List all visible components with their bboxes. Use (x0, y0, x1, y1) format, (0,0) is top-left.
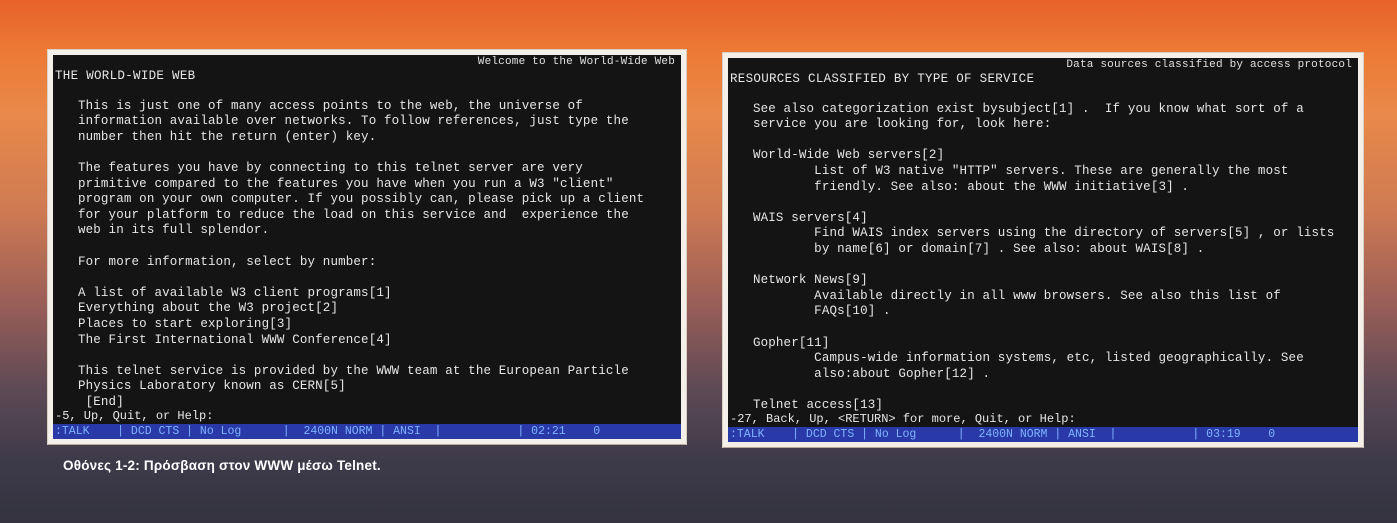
text-line[interactable]: World-Wide Web servers[2] (730, 148, 1356, 164)
figure-caption: Οθόνες 1-2: Πρόσβαση στον WWW μέσω Telne… (63, 458, 381, 473)
page-heading: THE WORLD-WIDE WEB (55, 69, 196, 83)
text-line[interactable]: Places to start exploring[3] (55, 317, 679, 333)
screen-title: Data sources classified by access protoc… (1066, 59, 1352, 71)
screen-body: See also categorization exist bysubject[… (730, 86, 1356, 413)
text-line: web in its full splendor. (55, 223, 270, 238)
text-line: number then hit the return (enter) key. (55, 129, 377, 144)
text-line: For more information, select by number: (55, 254, 377, 269)
text-line[interactable]: FAQs[10] . (730, 304, 1356, 320)
command-prompt[interactable]: -27, Back, Up, <RETURN> for more, Quit, … (730, 413, 1076, 426)
text-line[interactable]: by name[6] or domain[7] . See also: abou… (730, 242, 1356, 258)
text-line[interactable]: A list of available W3 client programs[1… (55, 286, 679, 302)
text-line: List of W3 native "HTTP" servers. These … (730, 163, 1289, 178)
status-bar: :TALK | DCD CTS | No Log | 2400N NORM | … (728, 427, 1358, 442)
text-line[interactable]: WAIS servers[4] (730, 211, 1356, 227)
text-line: service you are looking for, look here: (730, 117, 1052, 132)
telnet-screen-left: Welcome to the World-Wide Web THE WORLD-… (48, 50, 686, 444)
screen-body: This is just one of many access points t… (55, 83, 679, 410)
status-bar: :TALK | DCD CTS | No Log | 2400N NORM | … (53, 424, 681, 439)
text-line[interactable]: See also categorization exist bysubject[… (730, 102, 1356, 118)
text-line[interactable]: The First International WWW Conference[4… (55, 333, 679, 349)
text-line: information available over networks. To … (55, 114, 629, 129)
text-line[interactable]: Gopher[11] (730, 336, 1356, 352)
text-line: primitive compared to the features you h… (55, 176, 614, 191)
text-line[interactable]: friendly. See also: about the WWW initia… (730, 180, 1356, 196)
telnet-screen-right: Data sources classified by access protoc… (723, 53, 1363, 447)
text-line: Available directly in all www browsers. … (730, 288, 1281, 303)
text-line[interactable]: Find WAIS index servers using the direct… (730, 226, 1356, 242)
page-heading: RESOURCES CLASSIFIED BY TYPE OF SERVICE (730, 72, 1035, 86)
text-line[interactable]: Physics Laboratory known as CERN[5] (55, 379, 679, 395)
text-line[interactable]: Everything about the W3 project[2] (55, 301, 679, 317)
screen-title: Welcome to the World-Wide Web (477, 56, 675, 68)
text-line: for your platform to reduce the load on … (55, 207, 629, 222)
text-line: This is just one of many access points t… (55, 98, 583, 113)
text-line: program on your own computer. If you pos… (55, 192, 645, 207)
text-line: The features you have by connecting to t… (55, 160, 583, 175)
text-line[interactable]: Network News[9] (730, 273, 1356, 289)
text-line: This telnet service is provided by the W… (55, 363, 629, 378)
command-prompt[interactable]: -5, Up, Quit, or Help: (55, 410, 213, 423)
text-line[interactable]: also:about Gopher[12] . (730, 367, 1356, 383)
text-line: Campus-wide information systems, etc, li… (730, 351, 1304, 366)
